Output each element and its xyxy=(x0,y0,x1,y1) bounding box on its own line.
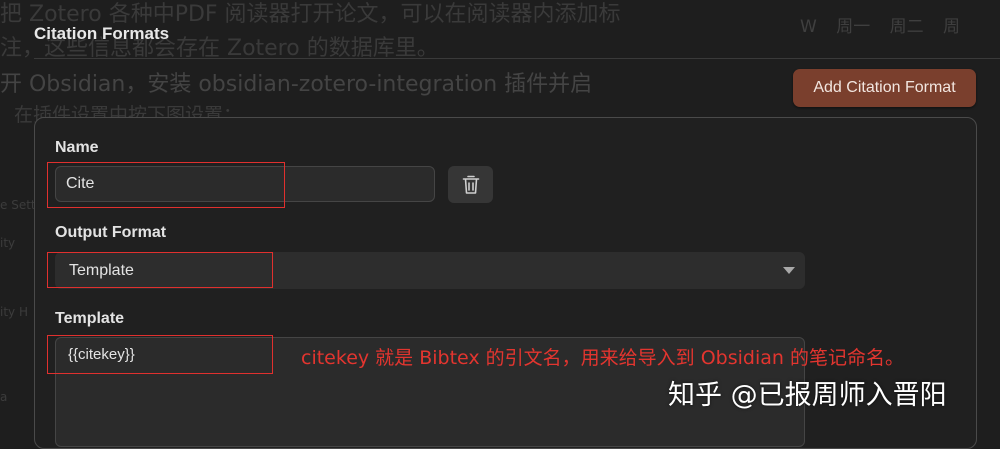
delete-format-button[interactable] xyxy=(448,166,493,203)
background-sidebar-item: ity H xyxy=(0,305,28,319)
section-divider xyxy=(34,58,1000,59)
highlight-box-name xyxy=(47,162,285,208)
annotation-text: citekey 就是 Bibtex 的引文名，用来给导入到 Obsidian 的… xyxy=(301,347,904,369)
trash-icon xyxy=(462,175,479,194)
template-label: Template xyxy=(55,310,125,327)
output-format-label: Output Format xyxy=(55,224,167,241)
name-label: Name xyxy=(55,139,99,156)
background-sidebar-item: ity xyxy=(0,236,16,250)
background-calendar-header: W 周一 周二 周 xyxy=(800,17,961,37)
background-text-line: 开 Obsidian，安装 obsidian-zotero-integratio… xyxy=(0,72,593,97)
highlight-box-template xyxy=(47,335,273,374)
chevron-down-icon xyxy=(783,267,795,274)
highlight-box-output-format xyxy=(47,252,273,288)
watermark: 知乎 @已报周师入晋阳 xyxy=(668,380,947,411)
background-sidebar-item: a xyxy=(0,390,8,404)
add-citation-format-button[interactable]: Add Citation Format xyxy=(793,69,976,107)
section-title: Citation Formats xyxy=(34,24,170,43)
